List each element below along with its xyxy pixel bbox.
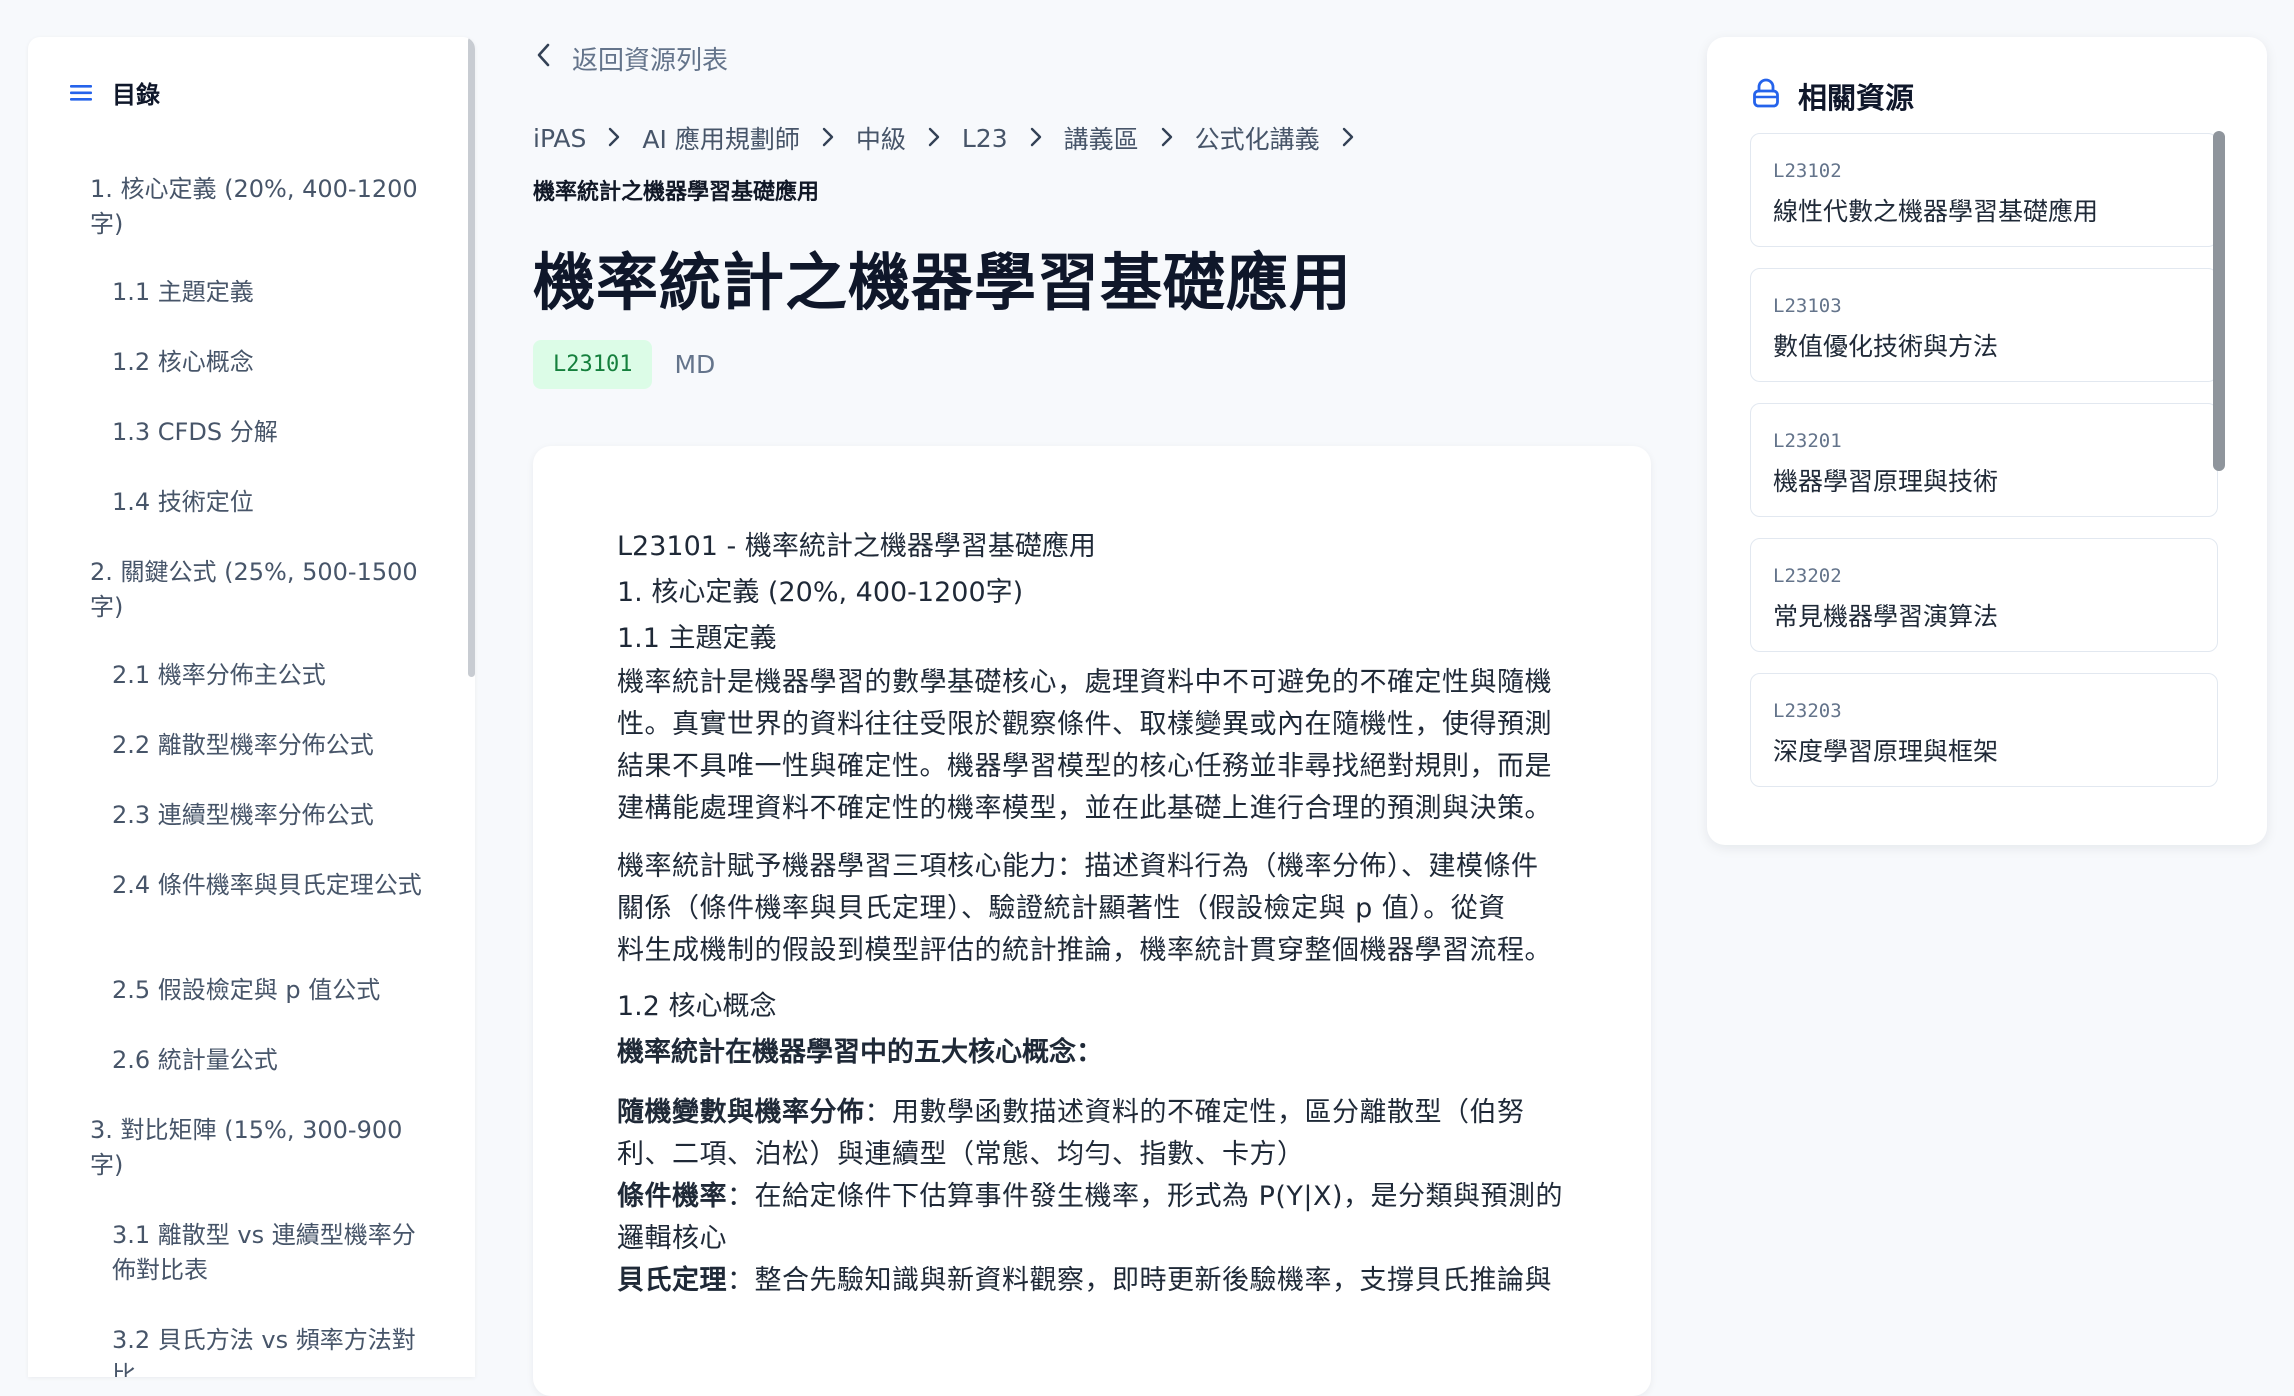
toc-item-2-6[interactable]: 2.6 統計量公式 [112, 1043, 432, 1078]
doc-concept-list: 隨機變數與機率分佈：用數學函數描述資料的不確定性，區分離散型（伯努 利、二項、泊… [617, 1092, 1577, 1302]
page-title: 機率統計之機器學習基礎應用 [533, 246, 1353, 319]
toc-item-2-5[interactable]: 2.5 假設檢定與 p 值公式 [112, 973, 432, 1008]
related-item-title: 線性代數之機器學習基礎應用 [1773, 197, 2099, 226]
concept-item: 隨機變數與機率分佈：用數學函數描述資料的不確定性，區分離散型（伯努 [617, 1092, 1577, 1134]
doc-paragraph-line: 料生成機制的假設到模型評估的統計推論，機率統計貫穿整個機器學習流程。 [617, 935, 1552, 966]
chevron-right-icon [822, 124, 834, 153]
list-icon [70, 83, 92, 103]
doc-paragraph-line: 性。真實世界的資料往往受限於觀察條件、取樣變異或內在隨機性，使得預測 [617, 709, 1552, 740]
concept-item: 條件機率：在給定條件下估算事件發生機率，形式為 P(Y|X)，是分類與預測的 [617, 1176, 1577, 1218]
concept-term: 貝氏定理 [617, 1265, 727, 1296]
toc-sidebar: 目錄 1. 核心定義 (20%, 400-1200字) 1.1 主題定義 1.2… [28, 37, 475, 1377]
toc-item-1-3[interactable]: 1.3 CFDS 分解 [112, 415, 432, 450]
concept-term: 條件機率 [617, 1181, 727, 1212]
related-item-title: 機器學習原理與技術 [1773, 467, 1999, 496]
breadcrumb-item[interactable]: iPAS [533, 124, 586, 153]
doc-paragraph: 機率統計賦予機器學習三項核心能力：描述資料行為（機率分佈）、建模條件 關係（條件… [617, 846, 1577, 972]
toc-title: 目錄 [112, 81, 160, 109]
chevron-right-icon [1030, 124, 1042, 153]
related-title: 相關資源 [1798, 81, 1915, 115]
chevron-right-icon [1161, 124, 1173, 153]
toc-item-2[interactable]: 2. 關鍵公式 (25%, 500-1500字) [90, 555, 430, 625]
breadcrumb-item[interactable]: 講義區 [1064, 120, 1139, 156]
related-item[interactable]: L23102 線性代數之機器學習基礎應用 [1750, 133, 2218, 247]
chevron-right-icon [608, 124, 620, 153]
related-item-code: L23201 [1773, 430, 1842, 452]
lock-icon [1752, 78, 1780, 115]
doc-paragraph-line: 關係（條件機率與貝氏定理）、驗證統計顯著性（假設檢定與 p 值）。從資 [617, 893, 1506, 924]
related-item[interactable]: L23202 常見機器學習演算法 [1750, 538, 2218, 652]
doc-concepts-title: 機率統計在機器學習中的五大核心概念： [617, 1037, 1103, 1068]
toc-scrollbar[interactable] [468, 37, 475, 677]
related-item-code: L23103 [1773, 295, 1842, 317]
concept-desc: ：整合先驗知識與新資料觀察，即時更新後驗機率，支撐貝氏推論與 [727, 1265, 1552, 1296]
format-label: MD [674, 350, 716, 379]
related-header: 相關資源 [1752, 75, 1914, 117]
concept-item: 貝氏定理：整合先驗知識與新資料觀察，即時更新後驗機率，支撐貝氏推論與 [617, 1260, 1577, 1302]
doc-heading: L23101 - 機率統計之機器學習基礎應用 [617, 531, 1096, 562]
toc-item-3[interactable]: 3. 對比矩陣 (15%, 300-900字) [90, 1113, 430, 1183]
related-item-title: 深度學習原理與框架 [1773, 737, 1999, 766]
doc-paragraph-line: 結果不具唯一性與確定性。機器學習模型的核心任務並非尋找絕對規則，而是 [617, 751, 1552, 782]
toc-item-3-2[interactable]: 3.2 貝氏方法 vs 頻率方法對比 [112, 1323, 432, 1377]
breadcrumb-item[interactable]: L23 [962, 124, 1008, 153]
toc-item-1[interactable]: 1. 核心定義 (20%, 400-1200字) [90, 172, 430, 242]
toc-item-2-3[interactable]: 2.3 連續型機率分佈公式 [112, 798, 432, 833]
doc-paragraph: 機率統計是機器學習的數學基礎核心，處理資料中不可避免的不確定性與隨機 性。真實世… [617, 662, 1577, 830]
concept-item-cont: 邏輯核心 [617, 1223, 727, 1254]
back-link[interactable]: 返回資源列表 [536, 40, 728, 77]
toc-item-1-4[interactable]: 1.4 技術定位 [112, 485, 432, 520]
toc-item-1-1[interactable]: 1.1 主題定義 [112, 275, 432, 310]
related-scrollbar[interactable] [2213, 131, 2225, 471]
breadcrumb-item[interactable]: 公式化講義 [1195, 120, 1320, 156]
doc-subsection-1-2: 1.2 核心概念 [617, 991, 777, 1022]
resource-code-badge: L23101 [533, 340, 653, 389]
related-item[interactable]: L23103 數值優化技術與方法 [1750, 268, 2218, 382]
content-card: L23101 - 機率統計之機器學習基礎應用 1. 核心定義 (20%, 400… [533, 446, 1651, 1396]
doc-paragraph-line: 建構能處理資料不確定性的機率模型，並在此基礎上進行合理的預測與決策。 [617, 793, 1552, 824]
related-resources-panel: 相關資源 L23102 線性代數之機器學習基礎應用 L23103 數值優化技術與… [1707, 37, 2267, 845]
concept-term: 隨機變數與機率分佈 [617, 1097, 865, 1128]
back-link-label: 返回資源列表 [572, 46, 729, 76]
breadcrumb: iPAS AI 應用規劃師 中級 L23 講義區 公式化講義 [533, 120, 1376, 156]
concept-desc: ：用數學函數描述資料的不確定性，區分離散型（伯努 [864, 1097, 1525, 1128]
doc-subsection-1-1: 1.1 主題定義 [617, 623, 777, 654]
related-item-title: 數值優化技術與方法 [1773, 332, 1999, 361]
toc-item-2-2[interactable]: 2.2 離散型機率分佈公式 [112, 728, 432, 763]
chevron-left-icon [536, 43, 550, 74]
concept-desc: ：在給定條件下估算事件發生機率，形式為 P(Y|X)，是分類與預測的 [727, 1181, 1564, 1212]
chevron-right-icon [928, 124, 940, 153]
chevron-right-icon [1342, 124, 1354, 153]
toc-item-3-1[interactable]: 3.1 離散型 vs 連續型機率分佈對比表 [112, 1218, 432, 1288]
related-item-code: L23202 [1773, 565, 1842, 587]
toc-item-1-2[interactable]: 1.2 核心概念 [112, 345, 432, 380]
breadcrumb-current: 機率統計之機器學習基礎應用 [533, 180, 820, 205]
resource-badges: L23101 MD [533, 340, 715, 389]
document-body: L23101 - 機率統計之機器學習基礎應用 1. 核心定義 (20%, 400… [617, 524, 1577, 1302]
doc-section-1: 1. 核心定義 (20%, 400-1200字) [617, 577, 1024, 608]
related-item[interactable]: L23201 機器學習原理與技術 [1750, 403, 2218, 517]
related-item-code: L23203 [1773, 700, 1842, 722]
doc-paragraph-line: 機率統計是機器學習的數學基礎核心，處理資料中不可避免的不確定性與隨機 [617, 667, 1552, 698]
breadcrumb-item[interactable]: AI 應用規劃師 [642, 120, 799, 156]
related-item-code: L23102 [1773, 160, 1842, 182]
related-item-title: 常見機器學習演算法 [1773, 602, 1999, 631]
concept-item-cont: 利、二項、泊松）與連續型（常態、均勻、指數、卡方） [617, 1139, 1305, 1170]
breadcrumb-item[interactable]: 中級 [856, 120, 906, 156]
toc-header: 目錄 [70, 75, 160, 110]
related-item[interactable]: L23203 深度學習原理與框架 [1750, 673, 2218, 787]
doc-paragraph-line: 機率統計賦予機器學習三項核心能力：描述資料行為（機率分佈）、建模條件 [617, 851, 1539, 882]
toc-item-2-1[interactable]: 2.1 機率分佈主公式 [112, 658, 432, 693]
toc-item-2-4[interactable]: 2.4 條件機率與貝氏定理公式 [112, 868, 432, 903]
